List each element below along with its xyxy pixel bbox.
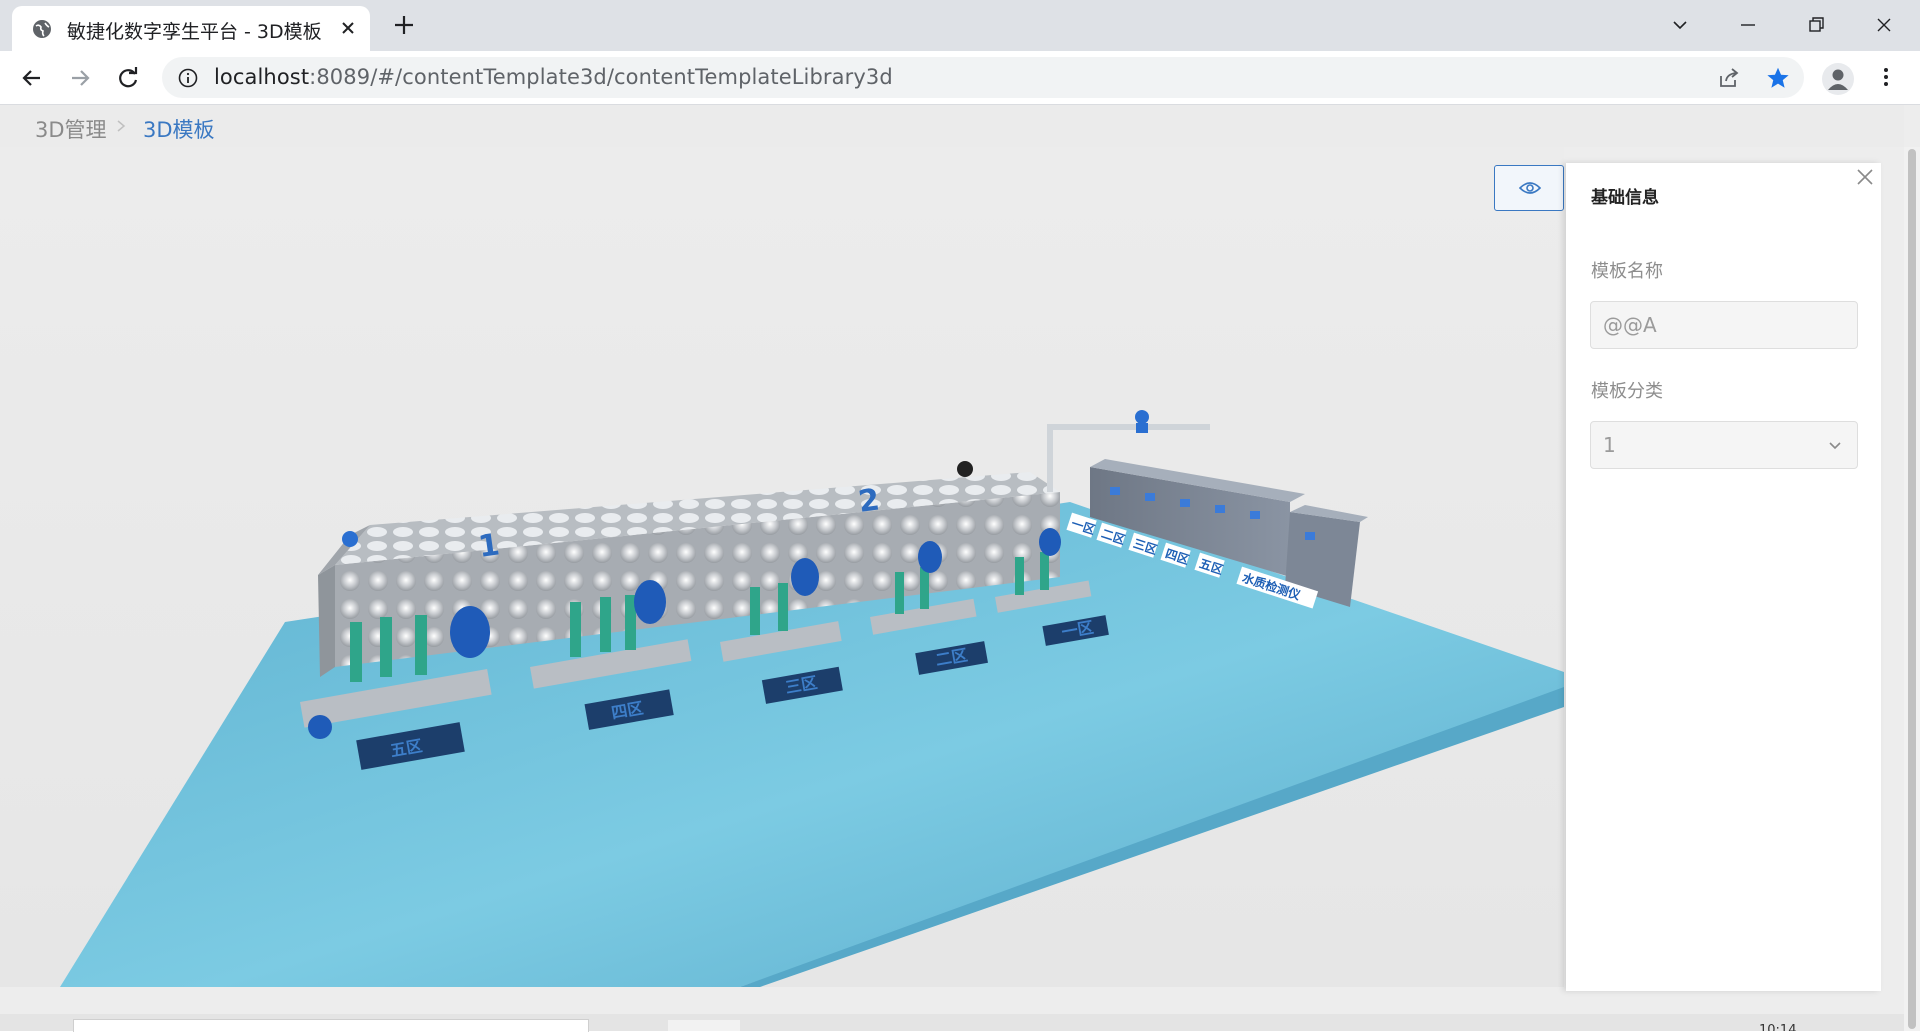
- tab-close-icon[interactable]: [338, 18, 358, 38]
- new-tab-icon[interactable]: [392, 13, 416, 37]
- breadcrumb: 3D管理 3D模板: [0, 105, 1904, 147]
- browser-tab[interactable]: 敏捷化数字孪生平台 - 3D模板: [12, 6, 370, 51]
- browser-toolbar: localhost:8089/#/contentTemplate3d/conte…: [0, 51, 1920, 105]
- tab-title: 敏捷化数字孪生平台 - 3D模板: [67, 21, 322, 43]
- minimize-icon[interactable]: [1733, 10, 1763, 40]
- panel-title: 基础信息: [1591, 188, 1659, 208]
- site-info-icon[interactable]: [178, 68, 198, 88]
- panel-close-icon[interactable]: [1855, 167, 1875, 187]
- browser-menu-icon[interactable]: [1874, 65, 1898, 89]
- profile-avatar[interactable]: [1822, 63, 1854, 95]
- breadcrumb-current: 3D模板: [143, 118, 215, 142]
- bottom-button[interactable]: [668, 1020, 740, 1031]
- chevron-down-icon: [1829, 442, 1841, 450]
- share-icon[interactable]: [1717, 66, 1741, 90]
- restore-icon[interactable]: [1801, 10, 1831, 40]
- forward-icon[interactable]: [66, 64, 94, 92]
- bottom-input-box[interactable]: [73, 1019, 589, 1032]
- browser-titlebar: 敏捷化数字孪生平台 - 3D模板: [0, 0, 1920, 51]
- bookmark-star-icon[interactable]: [1765, 65, 1791, 91]
- template-category-value: 1: [1603, 433, 1616, 457]
- preview-toggle-button[interactable]: [1494, 165, 1564, 211]
- globe-icon: [33, 20, 51, 38]
- template-name-input[interactable]: @@A: [1590, 301, 1858, 349]
- template-category-select[interactable]: 1: [1590, 421, 1858, 469]
- window-close-icon[interactable]: [1869, 10, 1899, 40]
- app-content: 3D管理 3D模板 1 2 一区 二区 三区 四区 五区 水质检测仪 五区 四区…: [0, 105, 1920, 1031]
- eye-icon: [1519, 182, 1541, 194]
- address-bar[interactable]: localhost:8089/#/contentTemplate3d/conte…: [162, 57, 1804, 98]
- 3d-scene-viewport[interactable]: 1 2 一区 二区 三区 四区 五区 水质检测仪 五区 四区 三区 二区 一区: [0, 147, 1564, 987]
- page-scrollbar-thumb[interactable]: [1908, 149, 1916, 1029]
- 3d-scene-render: 1 2 一区 二区 三区 四区 五区 水质检测仪 五区 四区 三区 二区 一区: [60, 410, 1564, 987]
- info-panel: 基础信息 模板名称 @@A 模板分类 1: [1566, 163, 1881, 991]
- bottom-time-text: 10:14: [1759, 1023, 1797, 1031]
- template-category-label: 模板分类: [1591, 381, 1663, 402]
- breadcrumb-parent[interactable]: 3D管理: [35, 114, 107, 144]
- reload-icon[interactable]: [114, 64, 142, 92]
- back-icon[interactable]: [18, 64, 46, 92]
- url-text: localhost:8089/#/contentTemplate3d/conte…: [214, 65, 893, 89]
- profile-icon: [1828, 69, 1848, 90]
- tab-search-icon[interactable]: [1665, 10, 1695, 40]
- template-name-label: 模板名称: [1591, 261, 1663, 282]
- chevron-right-icon: [117, 120, 126, 132]
